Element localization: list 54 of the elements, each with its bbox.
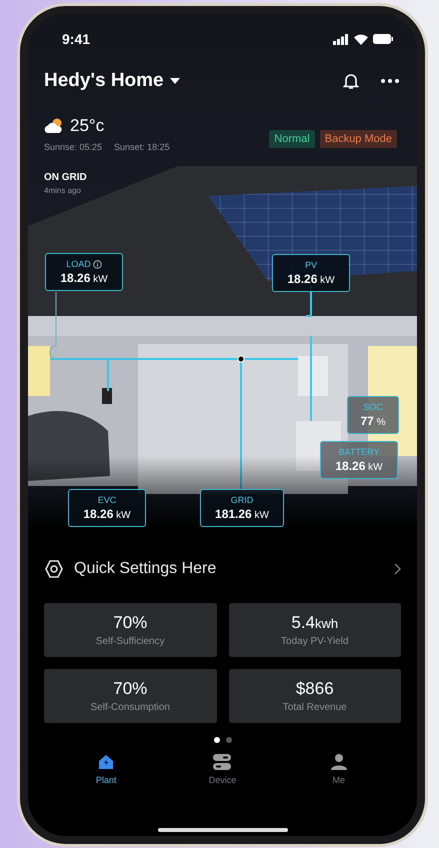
dropdown-caret-icon[interactable] — [170, 78, 180, 84]
flow-value: 18.26 kW — [335, 459, 383, 473]
flow-name: GRID — [230, 495, 254, 505]
temperature: 25°c — [70, 116, 104, 136]
flow-name: BATTERY — [338, 447, 380, 457]
more-icon[interactable] — [381, 79, 399, 83]
page-dot[interactable] — [226, 737, 232, 743]
battery-icon — [373, 34, 393, 44]
toggle-icon — [212, 753, 232, 771]
flow-label[interactable]: SOC 77 % — [347, 396, 399, 434]
stat-label: Today PV-Yield — [281, 636, 348, 647]
quick-settings-link[interactable]: Quick Settings Here — [74, 560, 384, 578]
tab[interactable]: Device — [187, 751, 258, 787]
sunrise-time: Sunrise: 05:25 — [44, 142, 102, 152]
home-title[interactable]: Hedy's Home — [44, 70, 164, 92]
stat-value: 70% — [113, 613, 148, 633]
house-icon — [97, 753, 116, 771]
flow-value: 181.26 kW — [215, 507, 269, 521]
wifi-icon — [354, 34, 368, 44]
flow-name: PV — [304, 260, 317, 270]
stat-value: 5.4kwh — [291, 613, 338, 633]
tab[interactable]: Me — [304, 751, 374, 787]
stat-label: Total Revenue — [282, 702, 347, 713]
stat-label: Self-Consumption — [90, 702, 170, 713]
flow-value: 18.26 kW — [287, 272, 335, 286]
cloud-sun-icon — [44, 118, 64, 134]
flow-label[interactable]: BATTERY 18.26 kW — [320, 441, 398, 479]
clock: 9:41 — [62, 31, 90, 47]
sunset-time: Sunset: 18:25 — [114, 142, 170, 152]
person-icon — [330, 753, 348, 771]
flow-label[interactable]: EVC 18.26 kW — [68, 489, 146, 527]
flow-label[interactable]: PV 18.26 kW — [272, 254, 350, 292]
chevron-right-icon[interactable] — [394, 563, 401, 575]
flow-value: 77 % — [360, 414, 386, 428]
flow-label[interactable]: LOAD 18.26 kW — [45, 253, 123, 291]
status-badge: Backup Mode — [320, 130, 397, 148]
stat-label: Self-Sufficiency — [96, 636, 165, 647]
flow-name: LOAD — [66, 259, 91, 269]
info-icon[interactable] — [92, 260, 102, 268]
flow-value: 18.26 kW — [83, 507, 131, 521]
status-badge: Normal — [269, 130, 315, 148]
page-dot[interactable] — [214, 737, 220, 743]
stat-value: 70% — [113, 679, 148, 699]
flow-name: SOC — [363, 402, 383, 412]
update-time: 4mins ago — [44, 186, 82, 195]
grid-status: ON GRID — [44, 172, 87, 183]
settings-icon[interactable] — [44, 559, 64, 579]
stat-value: $866 — [296, 679, 334, 699]
flow-name: EVC — [98, 495, 116, 505]
signal-icon — [333, 34, 349, 44]
tab[interactable]: Plant — [71, 751, 142, 787]
flow-label[interactable]: GRID 181.26 kW — [200, 489, 284, 527]
flow-value: 18.26 kW — [60, 271, 108, 285]
bell-icon[interactable] — [343, 72, 359, 90]
